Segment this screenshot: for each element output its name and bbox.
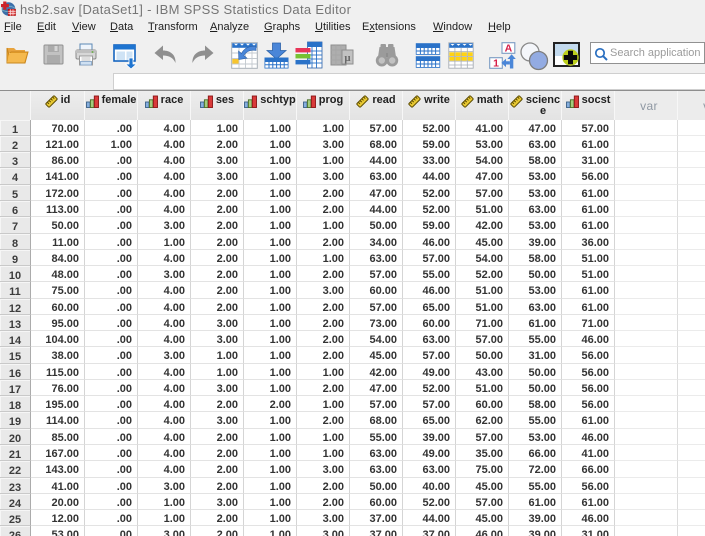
svg-text:μ: μ xyxy=(344,52,351,64)
svg-text:1: 1 xyxy=(493,58,499,69)
svg-text:A: A xyxy=(505,43,513,55)
